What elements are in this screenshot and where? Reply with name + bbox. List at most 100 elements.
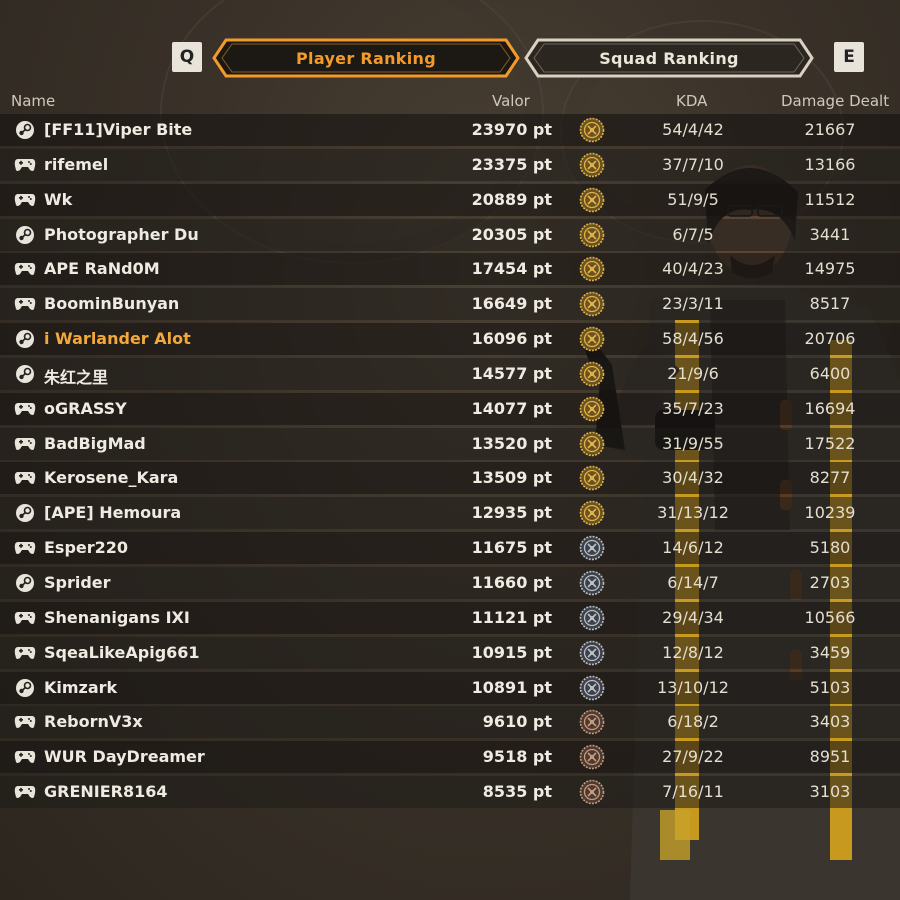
column-header-kda: KDA xyxy=(676,92,708,110)
kda-value: 37/7/10 xyxy=(662,154,724,174)
player-name: WUR DayDreamer xyxy=(44,747,205,767)
tab-squad-ranking-label: Squad Ranking xyxy=(599,48,739,68)
bronze-rank-emblem-icon xyxy=(579,709,605,735)
kda-value: 7/16/11 xyxy=(662,782,724,802)
gold-rank-emblem-icon xyxy=(579,396,605,422)
gamepad-icon xyxy=(14,294,36,314)
kda-value: 31/9/55 xyxy=(662,433,724,453)
kda-value: 35/7/23 xyxy=(662,398,724,418)
table-row[interactable]: GRENIER8164 8535 pt 7/16/11 3103 xyxy=(0,776,900,809)
damage-dealt-value: 3459 xyxy=(809,642,851,662)
table-row[interactable]: i Warlander Alot 16096 pt 58/4/56 20706 xyxy=(0,323,900,356)
damage-dealt-value: 10239 xyxy=(804,503,856,523)
silver-rank-emblem-icon xyxy=(579,535,605,561)
valor-points: 20305 pt xyxy=(471,224,552,244)
kda-value: 6/7/5 xyxy=(672,224,714,244)
valor-points: 17454 pt xyxy=(471,259,552,279)
kda-value: 30/4/32 xyxy=(662,468,724,488)
table-row[interactable]: SqeaLikeApig661 10915 pt 12/8/12 3459 xyxy=(0,636,900,669)
bronze-rank-emblem-icon xyxy=(579,779,605,805)
gold-rank-emblem-icon xyxy=(579,500,605,526)
gold-rank-emblem-icon xyxy=(579,361,605,387)
gamepad-icon xyxy=(14,434,36,454)
table-row[interactable]: Shenanigans IXI 11121 pt 29/4/34 10566 xyxy=(0,601,900,634)
damage-dealt-value: 2703 xyxy=(809,572,851,592)
valor-points: 10915 pt xyxy=(471,642,552,662)
damage-dealt-value: 17522 xyxy=(804,433,856,453)
damage-dealt-value: 20706 xyxy=(804,329,856,349)
gamepad-icon xyxy=(14,155,36,175)
valor-points: 11121 pt xyxy=(471,607,552,627)
damage-dealt-value: 3403 xyxy=(809,712,851,732)
gold-rank-emblem-icon xyxy=(579,256,605,282)
table-row[interactable]: Kerosene_Kara 13509 pt 30/4/32 8277 xyxy=(0,462,900,495)
kda-value: 54/4/42 xyxy=(662,120,724,139)
steam-icon xyxy=(14,329,36,349)
table-row[interactable]: Sprider 11660 pt 6/14/7 2703 xyxy=(0,566,900,599)
tab-player-ranking[interactable]: Player Ranking xyxy=(212,38,520,78)
kda-value: 23/3/11 xyxy=(662,294,724,314)
steam-icon xyxy=(14,120,36,140)
table-row[interactable]: RebornV3x 9610 pt 6/18/2 3403 xyxy=(0,706,900,739)
table-row[interactable]: Wk 20889 pt 51/9/5 11512 xyxy=(0,183,900,216)
table-row[interactable]: rifemel 23375 pt 37/7/10 13166 xyxy=(0,148,900,181)
valor-points: 14077 pt xyxy=(471,398,552,418)
player-name: [FF11]Viper Bite xyxy=(44,120,193,139)
silver-rank-emblem-icon xyxy=(579,640,605,666)
player-name: Sprider xyxy=(44,572,111,592)
table-row[interactable]: Kimzark 10891 pt 13/10/12 5103 xyxy=(0,671,900,704)
gold-rank-emblem-icon xyxy=(579,465,605,491)
kda-value: 13/10/12 xyxy=(657,677,729,697)
valor-points: 13509 pt xyxy=(471,468,552,488)
gamepad-icon xyxy=(14,782,36,802)
prev-tab-key[interactable]: Q xyxy=(172,42,202,72)
table-row[interactable]: APE RaNd0M 17454 pt 40/4/23 14975 xyxy=(0,253,900,286)
damage-dealt-value: 3103 xyxy=(809,782,851,802)
damage-dealt-value: 6400 xyxy=(809,363,851,383)
valor-points: 11660 pt xyxy=(471,572,552,592)
player-name: [APE] Hemoura xyxy=(44,503,182,523)
damage-dealt-value: 8951 xyxy=(809,747,851,767)
gamepad-icon xyxy=(14,468,36,488)
player-name: oGRASSY xyxy=(44,398,127,418)
table-row[interactable]: [FF11]Viper Bite 23970 pt 54/4/42 21667 xyxy=(0,114,900,146)
damage-dealt-value: 8277 xyxy=(809,468,851,488)
player-name: Kimzark xyxy=(44,677,118,697)
valor-points: 9518 pt xyxy=(482,747,552,767)
table-row[interactable]: BoominBunyan 16649 pt 23/3/11 8517 xyxy=(0,288,900,321)
damage-dealt-value: 3441 xyxy=(809,224,851,244)
player-name: Shenanigans IXI xyxy=(44,607,190,627)
kda-value: 6/14/7 xyxy=(667,572,719,592)
gold-rank-emblem-icon xyxy=(579,152,605,178)
bronze-rank-emblem-icon xyxy=(579,744,605,770)
damage-dealt-value: 8517 xyxy=(809,294,851,314)
gold-rank-emblem-icon xyxy=(579,187,605,213)
damage-dealt-value: 10566 xyxy=(804,607,856,627)
next-tab-key[interactable]: E xyxy=(834,42,864,72)
player-name: Kerosene_Kara xyxy=(44,468,179,488)
kda-value: 31/13/12 xyxy=(657,503,729,523)
valor-points: 11675 pt xyxy=(471,538,552,558)
table-row[interactable]: Esper220 11675 pt 14/6/12 5180 xyxy=(0,532,900,565)
kda-value: 21/9/6 xyxy=(667,363,719,383)
damage-dealt-value: 5103 xyxy=(809,677,851,697)
tab-squad-ranking[interactable]: Squad Ranking xyxy=(524,38,814,78)
kda-value: 27/9/22 xyxy=(662,747,724,767)
damage-dealt-value: 13166 xyxy=(804,154,856,174)
player-name: RebornV3x xyxy=(44,712,143,732)
player-name: GRENIER8164 xyxy=(44,782,168,802)
gold-rank-emblem-icon xyxy=(579,117,605,143)
table-header: Name Valor KDA Damage Dealt xyxy=(0,90,900,112)
silver-rank-emblem-icon xyxy=(579,570,605,596)
damage-dealt-value: 14975 xyxy=(804,259,856,279)
table-row[interactable]: BadBigMad 13520 pt 31/9/55 17522 xyxy=(0,427,900,460)
table-row[interactable]: 朱红之里 14577 pt 21/9/6 6400 xyxy=(0,357,900,390)
table-row[interactable]: oGRASSY 14077 pt 35/7/23 16694 xyxy=(0,392,900,425)
table-row[interactable]: WUR DayDreamer 9518 pt 27/9/22 8951 xyxy=(0,741,900,774)
gold-rank-emblem-icon xyxy=(579,222,605,248)
column-header-valor: Valor xyxy=(492,92,530,110)
table-row[interactable]: Photographer Du 20305 pt 6/7/5 3441 xyxy=(0,218,900,251)
player-name: Photographer Du xyxy=(44,224,199,244)
table-row[interactable]: [APE] Hemoura 12935 pt 31/13/12 10239 xyxy=(0,497,900,530)
gamepad-icon xyxy=(14,608,36,628)
